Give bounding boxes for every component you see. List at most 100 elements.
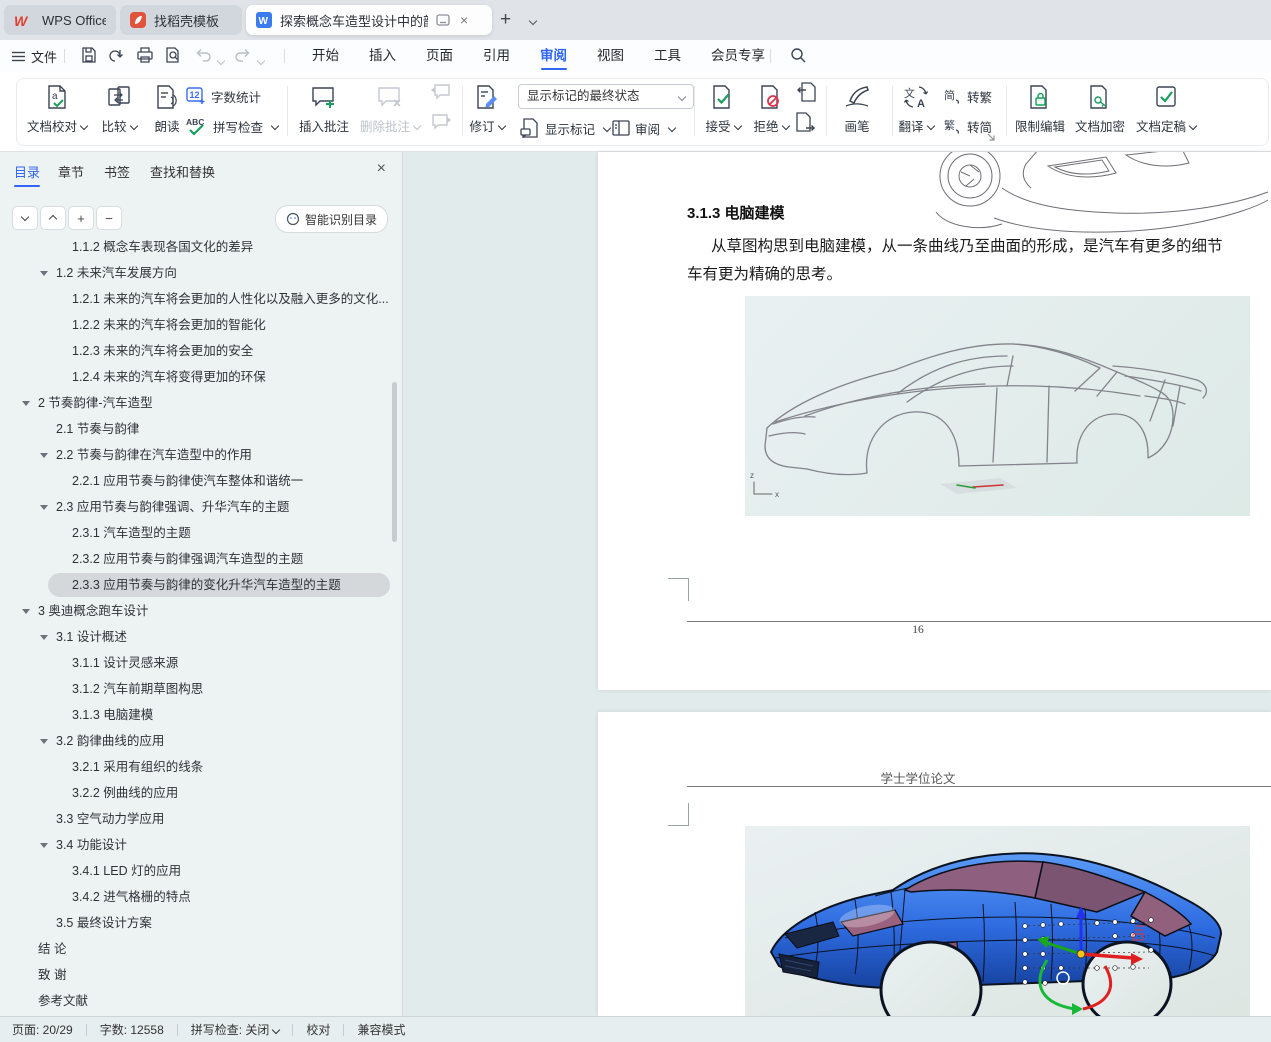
toc-item-26[interactable]: 3.5 最终设计方案 xyxy=(0,910,394,936)
toc-item-10[interactable]: 2.3 应用节奏与韵律强调、升华汽车的主题 xyxy=(0,494,394,520)
expand-all-button[interactable]: + xyxy=(68,206,94,230)
toc-item-24[interactable]: 3.4.1 LED 灯的应用 xyxy=(0,858,394,884)
float-window-icon[interactable] xyxy=(436,14,450,26)
undo-dropdown-icon[interactable] xyxy=(214,53,226,71)
search-icon[interactable] xyxy=(790,47,807,64)
toc-item-1[interactable]: 1.2 未来汽车发展方向 xyxy=(0,260,394,286)
insert-comment-button[interactable]: 插入批注 xyxy=(293,80,355,142)
toc-item-2[interactable]: 1.2.1 未来的汽车将会更加的人性化以及融入更多的文化... xyxy=(0,286,394,312)
toc-item-19[interactable]: 3.2 韵律曲线的应用 xyxy=(0,728,394,754)
to-simplified-button[interactable]: 繁 转简 xyxy=(944,114,992,138)
close-pane-icon[interactable]: × xyxy=(377,160,386,178)
divider xyxy=(770,49,771,63)
next-revision-button[interactable] xyxy=(796,112,818,132)
browser-tab-1[interactable]: 找稻壳模板 xyxy=(120,5,242,35)
prev-comment-button[interactable] xyxy=(430,82,452,102)
menu-tab-2[interactable]: 页面 xyxy=(420,40,459,72)
toc-item-label: 2.1 节奏与韵律 xyxy=(56,422,140,436)
collapse-all-button[interactable]: − xyxy=(96,206,122,230)
menu-tab-3[interactable]: 引用 xyxy=(477,40,516,72)
save-icon[interactable] xyxy=(80,46,100,66)
toc-item-25[interactable]: 3.4.2 进气格栅的特点 xyxy=(0,884,394,910)
toc-item-16[interactable]: 3.1.1 设计灵感来源 xyxy=(0,650,394,676)
toc-item-11[interactable]: 2.3.1 汽车造型的主题 xyxy=(0,520,394,546)
reject-button[interactable]: 拒绝 xyxy=(746,80,796,142)
prev-revision-button[interactable] xyxy=(796,82,818,102)
toc-item-27[interactable]: 结 论 xyxy=(0,936,394,962)
redo-icon[interactable] xyxy=(234,46,254,66)
markup-state-dropdown[interactable]: 显示标记的最终状态 xyxy=(518,84,694,109)
tab-list-chevron-icon[interactable] xyxy=(526,13,538,31)
toc-item-5[interactable]: 1.2.4 未来的汽车将变得更加的环保 xyxy=(0,364,394,390)
spell-check-button[interactable]: ABC 拼写检查 xyxy=(186,114,280,138)
toc-item-13[interactable]: 2.3.3 应用节奏与韵律的变化升华汽车造型的主题 xyxy=(0,572,394,598)
print-preview-icon[interactable] xyxy=(164,46,184,66)
toc-item-28[interactable]: 致 谢 xyxy=(0,962,394,988)
track-changes-button[interactable]: 修订 xyxy=(458,80,516,142)
toc-item-29[interactable]: 参考文献 xyxy=(0,988,394,1012)
navigation-pane: 目录 章节 书签 查找和替换 × + − 智能识别目录 1.1.2 概念车表现各国文化… xyxy=(0,152,403,1016)
proof-button[interactable]: 校对 xyxy=(306,1021,330,1038)
word-count-button[interactable]: 12 字数统计 xyxy=(186,84,261,108)
toc-item-8[interactable]: 2.2 节奏与韵律在汽车造型中的作用 xyxy=(0,442,394,468)
toc-item-3[interactable]: 1.2.2 未来的汽车将会更加的智能化 xyxy=(0,312,394,338)
pane-tab-1[interactable]: 章节 xyxy=(58,160,84,186)
finalize-button[interactable]: 文档定稿 xyxy=(1130,80,1202,142)
pane-tab-2[interactable]: 书签 xyxy=(104,160,130,186)
smart-toc-button[interactable]: 智能识别目录 xyxy=(274,205,388,233)
show-markup-button[interactable]: 显示标记 xyxy=(520,116,612,140)
menu-tab-6[interactable]: 工具 xyxy=(648,40,687,72)
translate-button[interactable]: 文 A 翻译 xyxy=(890,80,942,142)
tab-label: WPS Office xyxy=(42,12,106,28)
toc-item-7[interactable]: 2.1 节奏与韵律 xyxy=(0,416,394,442)
pane-tab-0[interactable]: 目录 xyxy=(14,160,41,187)
menu-tab-1[interactable]: 插入 xyxy=(363,40,402,72)
undo-icon[interactable] xyxy=(194,46,214,66)
redo-dropdown-icon[interactable] xyxy=(254,53,266,71)
page-indicator: 页面: 20/29 xyxy=(12,1023,73,1037)
expand-next-button[interactable] xyxy=(12,206,38,230)
next-comment-button[interactable] xyxy=(430,112,452,132)
brush-button[interactable]: 画笔 xyxy=(832,80,882,142)
review-pane-button[interactable]: 审阅 xyxy=(612,116,677,140)
toc-item-12[interactable]: 2.3.2 应用节奏与韵律强调汽车造型的主题 xyxy=(0,546,394,572)
toc-item-15[interactable]: 3.1 设计概述 xyxy=(0,624,394,650)
print-icon[interactable] xyxy=(136,46,156,66)
menu-tab-0[interactable]: 开始 xyxy=(306,40,345,72)
new-tab-button[interactable]: + xyxy=(500,8,511,32)
export-pdf-icon[interactable] xyxy=(108,46,128,66)
toc-item-9[interactable]: 2.2.1 应用节奏与韵律使汽车整体和谐统一 xyxy=(0,468,394,494)
to-traditional-button[interactable]: 简 转繁 xyxy=(944,84,992,108)
group-expand-icon[interactable] xyxy=(986,132,996,142)
toc-item-23[interactable]: 3.4 功能设计 xyxy=(0,832,394,858)
menu-tab-7[interactable]: 会员专享 xyxy=(705,40,771,72)
toc-item-6[interactable]: 2 节奏韵律-汽车造型 xyxy=(0,390,394,416)
toc-item-17[interactable]: 3.1.2 汽车前期草图构思 xyxy=(0,676,394,702)
browser-tab-0[interactable]: W WPS Office xyxy=(4,5,116,35)
toc-item-14[interactable]: 3 奥迪概念跑车设计 xyxy=(0,598,394,624)
toc-item-20[interactable]: 3.2.1 采用有组织的线条 xyxy=(0,754,394,780)
toc-item-0[interactable]: 1.1.2 概念车表现各国文化的差异 xyxy=(0,234,394,260)
menu-tab-4[interactable]: 审阅 xyxy=(534,40,573,72)
close-tab-icon[interactable]: × xyxy=(460,12,468,28)
doc-proof-button[interactable]: a 文档校对 xyxy=(26,80,89,142)
collapse-prev-button[interactable] xyxy=(40,206,66,230)
toc-item-18[interactable]: 3.1.3 电脑建模 xyxy=(0,702,394,728)
figure-car-wireframe: z x xyxy=(745,296,1250,516)
toc-item-22[interactable]: 3.3 空气动力学应用 xyxy=(0,806,394,832)
svg-text:简: 简 xyxy=(944,88,955,102)
document-canvas[interactable]: 3.1.3 电脑建模 从草图构思到电脑建模，从一条曲线乃至曲面的形成，是汽车有更… xyxy=(403,152,1271,1016)
file-menu-button[interactable]: 文件 xyxy=(12,40,57,72)
pane-tab-3[interactable]: 查找和替换 xyxy=(150,160,215,186)
divider xyxy=(85,1023,87,1036)
encrypt-button[interactable]: 文档加密 xyxy=(1070,80,1130,142)
toc-item-4[interactable]: 1.2.3 未来的汽车将会更加的安全 xyxy=(0,338,394,364)
accept-button[interactable]: 接受 xyxy=(698,80,748,142)
browser-tab-2[interactable]: W 探索概念车造型设计中的韵律 × xyxy=(246,5,492,35)
spell-check-status[interactable]: 拼写检查: 关闭 xyxy=(191,1021,281,1038)
toc-item-21[interactable]: 3.2.2 例曲线的应用 xyxy=(0,780,394,806)
restrict-edit-label: 限制编辑 xyxy=(1014,120,1065,134)
menu-tab-5[interactable]: 视图 xyxy=(591,40,630,72)
restrict-edit-button[interactable]: 限制编辑 xyxy=(1010,80,1070,142)
delete-comment-button[interactable]: 删除批注 xyxy=(357,80,423,142)
